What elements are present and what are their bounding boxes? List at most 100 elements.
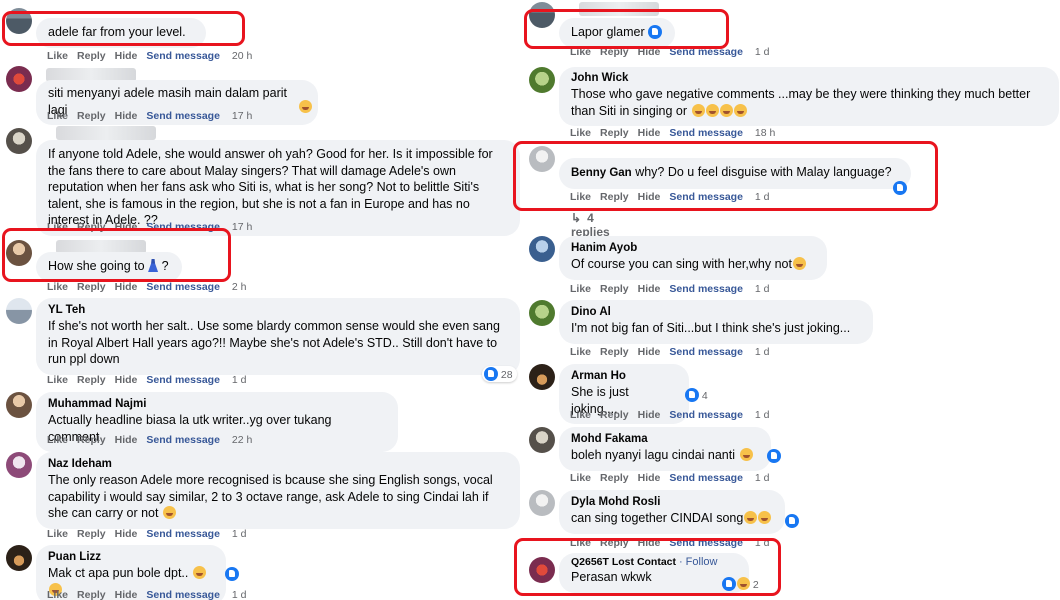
hide-button[interactable]: Hide <box>638 472 661 484</box>
reply-button[interactable]: Reply <box>77 374 106 386</box>
reply-button[interactable]: Reply <box>600 46 629 58</box>
reply-button[interactable]: Reply <box>77 50 106 62</box>
view-replies-link[interactable]: ↳ 4 replies <box>571 211 610 239</box>
reply-button[interactable]: Reply <box>77 221 106 233</box>
like-button[interactable]: Like <box>47 434 68 446</box>
avatar[interactable] <box>529 236 555 262</box>
reply-button[interactable]: Reply <box>77 110 106 122</box>
reply-button[interactable]: Reply <box>77 528 106 540</box>
hide-button[interactable]: Hide <box>115 221 138 233</box>
hide-button[interactable]: Hide <box>115 110 138 122</box>
comment-author[interactable]: Naz Ideham <box>48 457 508 472</box>
reply-button[interactable]: Reply <box>600 472 629 484</box>
avatar[interactable] <box>529 2 555 28</box>
like-button[interactable]: Like <box>47 374 68 386</box>
like-button[interactable]: Like <box>570 46 591 58</box>
send-message-button[interactable]: Send message <box>146 528 220 540</box>
reply-button[interactable]: Reply <box>600 537 629 549</box>
send-message-button[interactable]: Send message <box>669 283 743 295</box>
comment-reactions[interactable] <box>298 100 312 114</box>
like-button[interactable]: Like <box>570 472 591 484</box>
avatar[interactable] <box>6 545 32 571</box>
send-message-button[interactable]: Send message <box>669 127 743 139</box>
reply-button[interactable]: Reply <box>77 281 106 293</box>
comment-author[interactable]: Puan Lizz <box>48 550 214 565</box>
send-message-button[interactable]: Send message <box>146 434 220 446</box>
avatar[interactable] <box>6 452 32 478</box>
follow-link[interactable]: · Follow <box>679 556 718 568</box>
send-message-button[interactable]: Send message <box>669 191 743 203</box>
reply-button[interactable]: Reply <box>600 191 629 203</box>
comment-reactions[interactable] <box>893 181 907 195</box>
avatar[interactable] <box>529 300 555 326</box>
reply-button[interactable]: Reply <box>600 409 629 421</box>
like-button[interactable]: Like <box>47 110 68 122</box>
comment-reactions[interactable] <box>767 449 781 463</box>
like-button[interactable]: Like <box>570 409 591 421</box>
timestamp[interactable]: 20 h <box>232 50 252 62</box>
avatar[interactable] <box>529 67 555 93</box>
timestamp[interactable]: 1 d <box>755 346 770 358</box>
avatar[interactable] <box>6 66 32 92</box>
send-message-button[interactable]: Send message <box>146 589 220 600</box>
comment-author[interactable]: Dyla Mohd Rosli <box>571 495 773 510</box>
comment-author[interactable]: Q2656T Lost Contact · Follow <box>571 556 737 569</box>
hide-button[interactable]: Hide <box>638 537 661 549</box>
reply-button[interactable]: Reply <box>600 127 629 139</box>
avatar[interactable] <box>529 490 555 516</box>
like-button[interactable]: Like <box>570 537 591 549</box>
avatar[interactable] <box>529 427 555 453</box>
hide-button[interactable]: Hide <box>638 191 661 203</box>
send-message-button[interactable]: Send message <box>669 46 743 58</box>
timestamp[interactable]: 18 h <box>755 127 775 139</box>
send-message-button[interactable]: Send message <box>146 50 220 62</box>
comment-reactions[interactable]: 2 <box>722 577 759 591</box>
timestamp[interactable]: 1 d <box>755 537 770 549</box>
avatar[interactable] <box>529 364 555 390</box>
comment-reactions[interactable]: 28 <box>482 366 517 382</box>
timestamp[interactable]: 1 d <box>232 589 247 600</box>
hide-button[interactable]: Hide <box>638 283 661 295</box>
hide-button[interactable]: Hide <box>115 434 138 446</box>
comment-author[interactable]: Muhammad Najmi <box>48 397 386 412</box>
avatar[interactable] <box>529 146 555 172</box>
timestamp[interactable]: 1 d <box>755 46 770 58</box>
send-message-button[interactable]: Send message <box>669 472 743 484</box>
comment-reactions[interactable]: 4 <box>685 388 708 402</box>
send-message-button[interactable]: Send message <box>146 281 220 293</box>
timestamp[interactable]: 17 h <box>232 110 252 122</box>
hide-button[interactable]: Hide <box>638 46 661 58</box>
comment-reactions[interactable] <box>785 514 799 528</box>
timestamp[interactable]: 1 d <box>232 528 247 540</box>
timestamp[interactable]: 22 h <box>232 434 252 446</box>
timestamp[interactable]: 1 d <box>755 472 770 484</box>
like-button[interactable]: Like <box>47 281 68 293</box>
hide-button[interactable]: Hide <box>638 346 661 358</box>
timestamp[interactable]: 2 h <box>232 281 247 293</box>
like-button[interactable]: Like <box>570 127 591 139</box>
reply-button[interactable]: Reply <box>77 589 106 600</box>
send-message-button[interactable]: Send message <box>669 346 743 358</box>
send-message-button[interactable]: Send message <box>146 374 220 386</box>
like-button[interactable]: Like <box>47 221 68 233</box>
avatar[interactable] <box>6 298 32 324</box>
avatar[interactable] <box>6 392 32 418</box>
avatar[interactable] <box>529 557 555 583</box>
hide-button[interactable]: Hide <box>638 409 661 421</box>
like-button[interactable]: Like <box>47 50 68 62</box>
hide-button[interactable]: Hide <box>115 528 138 540</box>
send-message-button[interactable]: Send message <box>146 110 220 122</box>
comment-author[interactable]: Arman Ho <box>571 369 677 384</box>
comment-author[interactable]: Benny Gan <box>571 167 632 179</box>
send-message-button[interactable]: Send message <box>669 537 743 549</box>
timestamp[interactable]: 1 d <box>755 409 770 421</box>
hide-button[interactable]: Hide <box>115 50 138 62</box>
timestamp[interactable]: 17 h <box>232 221 252 233</box>
hide-button[interactable]: Hide <box>115 374 138 386</box>
avatar[interactable] <box>6 128 32 154</box>
like-button[interactable]: Like <box>47 528 68 540</box>
comment-author[interactable]: Hanim Ayob <box>571 241 815 256</box>
reply-button[interactable]: Reply <box>77 434 106 446</box>
timestamp[interactable]: 1 d <box>232 374 247 386</box>
avatar[interactable] <box>6 240 32 266</box>
